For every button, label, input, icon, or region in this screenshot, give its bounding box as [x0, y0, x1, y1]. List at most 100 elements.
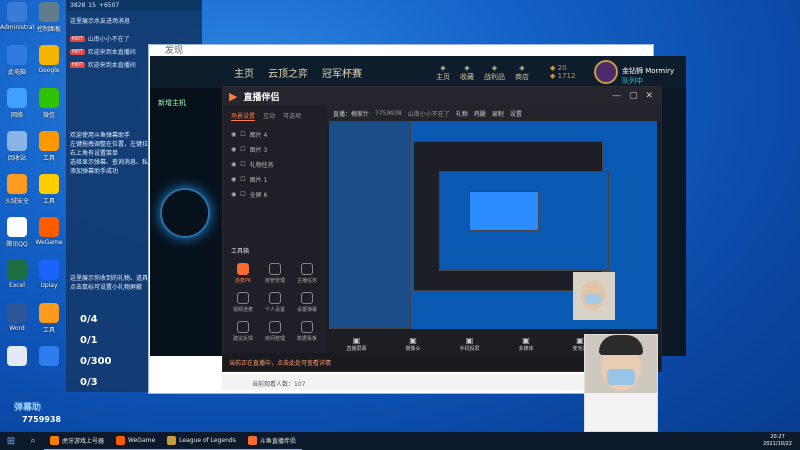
browser-title: 发现 — [165, 46, 184, 56]
desktop-icon[interactable]: 微信 — [32, 88, 66, 119]
app-tab[interactable]: 场景设置 — [231, 111, 256, 121]
tool-label: 个人设置 — [264, 307, 285, 313]
room-label: 山南小小不在了 — [407, 110, 450, 118]
lol-menu-item[interactable]: ◈ 商店 — [515, 64, 529, 82]
scene-item[interactable]: ◉ ☐ 图片 4 — [223, 127, 327, 142]
clock-date[interactable]: 2021/10/22 — [763, 441, 792, 447]
desktop-icon[interactable]: Word — [0, 303, 34, 332]
tool-icon — [237, 321, 249, 333]
desktop-icon[interactable]: 回收站 — [0, 131, 34, 162]
minimize-icon[interactable]: — — [612, 91, 621, 101]
checkbox[interactable]: ☐ — [240, 131, 245, 138]
taskbar-item[interactable]: League of Legends — [161, 432, 242, 450]
viewer-count: 当前观看人数：107 — [222, 374, 584, 390]
toolbar-item[interactable]: 设置 — [510, 109, 522, 118]
avatar[interactable] — [594, 60, 618, 84]
desktop-icon[interactable]: 工具 — [32, 303, 66, 334]
side-id: 7759938 — [22, 415, 61, 424]
scene-item[interactable]: ◉ ☐ 礼物任务 — [223, 157, 327, 172]
desktop-icon[interactable]: 控制面板 — [32, 2, 66, 33]
source-button[interactable]: ▣ 直播屏幕 — [346, 336, 366, 352]
app-icon — [7, 346, 27, 366]
desktop-icon[interactable]: Excel — [0, 260, 34, 289]
app-icon — [39, 2, 59, 22]
toolbar-item[interactable]: 录制 — [492, 109, 504, 118]
counter: 0/300 — [80, 356, 112, 367]
desktop-icon[interactable]: 工具 — [32, 131, 66, 162]
level-extra: +6507 — [98, 2, 120, 9]
search-icon[interactable]: ⌕ — [22, 436, 44, 446]
source-button[interactable]: ▣ 多媒体 — [518, 336, 533, 352]
eye-icon[interactable]: ◉ — [231, 146, 236, 153]
scene-item[interactable]: ◉ ☐ 图片 1 — [223, 172, 327, 187]
tool-button[interactable]: 主播任务 — [293, 263, 321, 284]
desktop-icon[interactable]: 工具 — [32, 174, 66, 205]
eye-icon[interactable]: ◉ — [231, 176, 236, 183]
tool-button[interactable]: 连麦PK — [229, 263, 257, 284]
desktop-icon-label: 微信 — [42, 112, 55, 119]
desktop-icon[interactable]: 此电脑 — [0, 45, 34, 76]
desktop-icon[interactable]: Uplay — [32, 260, 66, 289]
app-icon — [7, 131, 27, 151]
app-icon — [7, 2, 27, 22]
tool-icon — [301, 292, 313, 304]
eye-icon[interactable]: ◉ — [231, 161, 236, 168]
tool-button[interactable]: 数据看板 — [293, 321, 321, 342]
app-icon — [39, 217, 59, 237]
toolbar-item[interactable]: 鸡腿 — [474, 109, 486, 118]
lol-menu-item[interactable]: ◈ 主页 — [436, 64, 450, 82]
maximize-icon[interactable]: ▢ — [629, 91, 638, 101]
desktop-icon[interactable] — [0, 346, 34, 368]
taskbar-item[interactable]: 虎牙游戏上号器 — [44, 432, 111, 450]
tool-button[interactable]: 视频连麦 — [229, 292, 257, 313]
eye-icon[interactable]: ◉ — [231, 131, 236, 138]
tool-label: 房管管理 — [264, 278, 285, 284]
toolbar-item[interactable]: 礼物 — [456, 109, 468, 118]
checkbox[interactable]: ☐ — [240, 176, 245, 183]
close-icon[interactable]: ✕ — [645, 91, 653, 101]
lol-menu-icon: ◈ — [519, 64, 525, 72]
tool-button[interactable]: 房管管理 — [261, 263, 289, 284]
app-icon — [39, 303, 59, 323]
lol-menu-item[interactable]: ◈ 收藏 — [460, 64, 474, 82]
tool-icon — [269, 292, 281, 304]
scene-item[interactable]: ◉ ☐ 全屏 6 — [223, 187, 327, 202]
app-tab[interactable]: 互动 — [263, 111, 275, 121]
app-logo-icon: ▶ — [229, 89, 238, 103]
taskbar-item[interactable]: 斗鱼直播伴侣 — [241, 432, 302, 450]
desktop-icon[interactable]: 网络 — [0, 88, 34, 119]
app-tab[interactable]: 可选项 — [283, 111, 301, 121]
lol-menu-item[interactable]: ◈ 战利品 — [484, 64, 505, 82]
source-button[interactable]: ▣ 手机投屏 — [459, 336, 479, 352]
tool-button[interactable]: 房间管理 — [261, 321, 289, 342]
taskbar-item[interactable]: WeGame — [110, 432, 162, 450]
desktop-icon[interactable] — [32, 346, 66, 368]
notice[interactable]: 当前正在直播中，点击此处可查看详情 — [229, 358, 331, 367]
desktop-icon[interactable]: Google — [32, 45, 66, 74]
tool-button[interactable]: 建议反馈 — [229, 321, 257, 342]
app-icon — [7, 303, 27, 323]
clock-time[interactable]: 20:27 — [770, 434, 784, 440]
desktop-icon[interactable]: 腾讯QQ — [0, 217, 34, 248]
app-icon — [7, 45, 27, 65]
tool-button[interactable]: 设置弹幕 — [293, 292, 321, 313]
streamer-app[interactable]: ▶ 直播伴侣 — ▢ ✕ 场景设置 互动 可选项 ◉ ☐ 图片 4 ◉ ☐ 图片 3 ◉ ☐ 礼物任… — [222, 86, 662, 372]
desktop-icon-label: 工具 — [42, 327, 55, 334]
checkbox[interactable]: ☐ — [240, 146, 245, 153]
desktop-icon[interactable]: WeGame — [32, 217, 66, 246]
desktop-icon[interactable]: 火绒安全 — [0, 174, 34, 205]
tool-button[interactable]: 个人设置 — [261, 292, 289, 313]
eye-icon[interactable]: ◉ — [231, 191, 236, 198]
checkbox[interactable]: ☐ — [240, 191, 245, 198]
lol-tab[interactable]: 主页 — [234, 65, 254, 80]
desktop-icon[interactable]: Administrator — [0, 2, 34, 31]
lol-tab[interactable]: 冠军杯赛 — [322, 65, 362, 80]
desktop-icon-label: 控制面板 — [36, 26, 61, 33]
scene-item[interactable]: ◉ ☐ 图片 3 — [223, 142, 327, 157]
app-icon — [39, 260, 59, 280]
desktop-icon-label: 腾讯QQ — [6, 241, 28, 248]
checkbox[interactable]: ☐ — [240, 161, 245, 168]
start-icon[interactable]: ⊞ — [0, 436, 22, 447]
source-button[interactable]: ▣ 摄像头 — [405, 336, 420, 352]
lol-tab[interactable]: 云顶之弈 — [268, 65, 308, 80]
